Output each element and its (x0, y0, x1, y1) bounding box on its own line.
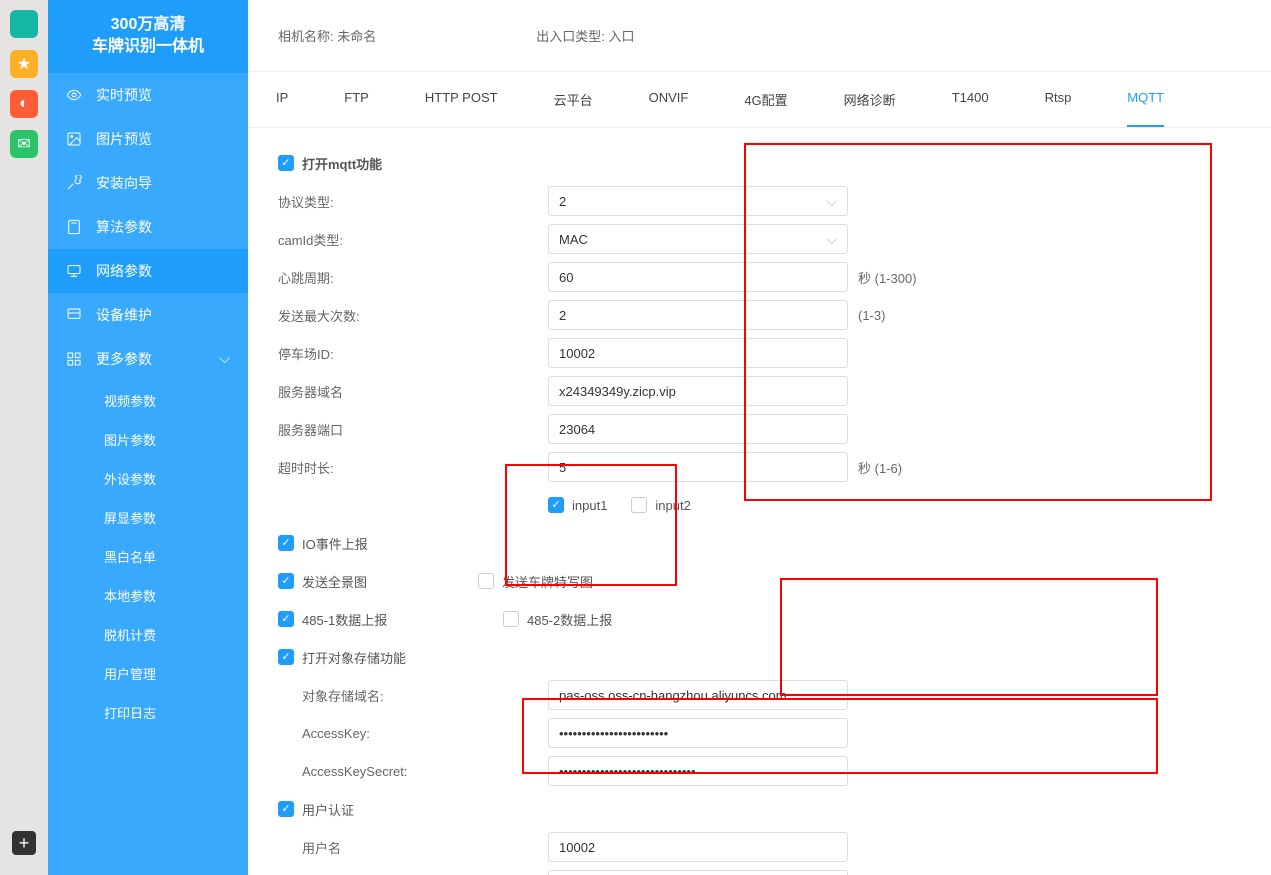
camera-name: 相机名称: 未命名 (278, 26, 376, 45)
entry-type: 出入口类型: 入口 (536, 26, 634, 45)
os-icon-mail[interactable]: ✉ (10, 130, 38, 158)
os-icon-star[interactable]: ★ (10, 50, 38, 78)
tab-云平台[interactable]: 云平台 (554, 72, 593, 127)
tab-ftp[interactable]: FTP (344, 72, 369, 127)
info-header: 相机名称: 未命名 出入口类型: 入口 (248, 0, 1271, 71)
obj-store-checkbox[interactable]: 打开对象存储功能 (278, 648, 406, 667)
enable-mqtt-checkbox[interactable]: 打开mqtt功能 (278, 154, 382, 173)
nav-item-net[interactable]: 网络参数 (48, 249, 248, 293)
camid-select[interactable]: MAC⌵ (548, 224, 848, 254)
ak-input[interactable] (548, 718, 848, 748)
nav-label: 图片预览 (96, 129, 152, 149)
maint-icon (66, 307, 82, 323)
input2-checkbox[interactable]: input2 (631, 497, 690, 513)
io-report-checkbox[interactable]: IO事件上报 (278, 534, 368, 553)
mqtt-form: 打开mqtt功能 协议类型: 2⌵ camId类型: MAC⌵ 心跳周期: 秒 … (248, 128, 1271, 875)
chevron-down-icon: ⌵ (826, 231, 837, 248)
tab-http post[interactable]: HTTP POST (425, 72, 498, 127)
nav-label: 安装向导 (96, 173, 152, 193)
chevron-down-icon: ⌵ (219, 350, 230, 367)
tab-t1400[interactable]: T1400 (952, 72, 989, 127)
os-icon-weibo[interactable]: ◐ (10, 90, 38, 118)
nav-item-wrench[interactable]: 安装向导 (48, 161, 248, 205)
sub-nav-item[interactable]: 打印日志 (48, 693, 248, 732)
plate-close-checkbox[interactable]: 发送车牌特写图 (478, 572, 593, 591)
sub-nav-item[interactable]: 本地参数 (48, 576, 248, 615)
tab-ip[interactable]: IP (276, 72, 288, 127)
heartbeat-label: 心跳周期: (278, 268, 548, 287)
maxsend-label: 发送最大次数: (278, 306, 548, 325)
port-label: 服务器端口 (278, 420, 548, 439)
protocol-select[interactable]: 2⌵ (548, 186, 848, 216)
input1-checkbox[interactable]: input1 (548, 497, 607, 513)
timeout-label: 超时时长: (278, 458, 548, 477)
nav-label: 实时预览 (96, 85, 152, 105)
nav-item-grid[interactable]: 更多参数 ⌵ (48, 337, 248, 381)
rs485-2-checkbox[interactable]: 485-2数据上报 (503, 610, 612, 629)
grid-icon (66, 351, 82, 367)
tab-bar: IP FTP HTTP POST 云平台 ONVIF 4G配置 网络诊断 T1400 Rtsp M… (248, 71, 1271, 128)
tab-rtsp[interactable]: Rtsp (1045, 72, 1072, 127)
tab-onvif[interactable]: ONVIF (649, 72, 689, 127)
heartbeat-hint: 秒 (1-300) (858, 268, 917, 287)
os-add-icon[interactable]: + (12, 831, 36, 855)
domain-input[interactable] (548, 376, 848, 406)
nav-item-image[interactable]: 图片预览 (48, 117, 248, 161)
nav-item-maint[interactable]: 设备维护 (48, 293, 248, 337)
obj-domain-input[interactable] (548, 680, 848, 710)
username-label: 用户名 (278, 838, 548, 857)
maxsend-input[interactable] (548, 300, 848, 330)
username-input[interactable] (548, 832, 848, 862)
nav-label: 设备维护 (96, 305, 152, 325)
sub-nav-item[interactable]: 外设参数 (48, 459, 248, 498)
image-icon (66, 131, 82, 147)
timeout-hint: 秒 (1-6) (858, 458, 902, 477)
aks-input[interactable] (548, 756, 848, 786)
nav-label: 算法参数 (96, 217, 152, 237)
nav-item-eye[interactable]: 实时预览 (48, 73, 248, 117)
chevron-down-icon: ⌵ (826, 193, 837, 210)
sub-nav-item[interactable]: 脱机计费 (48, 615, 248, 654)
panorama-checkbox[interactable]: 发送全景图 (278, 572, 478, 591)
rs485-1-checkbox[interactable]: 485-1数据上报 (278, 610, 503, 629)
tab-4g配置[interactable]: 4G配置 (744, 72, 787, 127)
eye-icon (66, 87, 82, 103)
sidebar-title: 300万高清 车牌识别一体机 (48, 0, 248, 73)
sub-nav-item[interactable]: 图片参数 (48, 420, 248, 459)
tab-网络诊断[interactable]: 网络诊断 (844, 72, 896, 127)
heartbeat-input[interactable] (548, 262, 848, 292)
camid-label: camId类型: (278, 230, 548, 249)
maxsend-hint: (1-3) (858, 308, 885, 323)
net-icon (66, 263, 82, 279)
sidebar: 300万高清 车牌识别一体机 实时预览图片预览安装向导算法参数网络参数设备维护更… (48, 0, 248, 875)
sub-nav-item[interactable]: 黑白名单 (48, 537, 248, 576)
sub-nav-item[interactable]: 屏显参数 (48, 498, 248, 537)
port-input[interactable] (548, 414, 848, 444)
main-panel: 相机名称: 未命名 出入口类型: 入口 IP FTP HTTP POST 云平台 ONV… (248, 0, 1271, 875)
nav-item-calc[interactable]: 算法参数 (48, 205, 248, 249)
nav-label: 更多参数 (96, 349, 152, 369)
auth-checkbox[interactable]: 用户认证 (278, 800, 354, 819)
ak-label: AccessKey: (278, 726, 548, 741)
aks-label: AccessKeySecret: (278, 764, 548, 779)
sub-nav-item[interactable]: 用户管理 (48, 654, 248, 693)
timeout-input[interactable] (548, 452, 848, 482)
os-icon-1[interactable] (10, 10, 38, 38)
wrench-icon (66, 175, 82, 191)
protocol-label: 协议类型: (278, 192, 548, 211)
os-taskbar: ★ ◐ ✉ + (0, 0, 48, 875)
obj-domain-label: 对象存储域名: (278, 686, 548, 705)
tab-mqtt[interactable]: MQTT (1127, 72, 1164, 127)
nav-label: 网络参数 (96, 261, 152, 281)
password-input[interactable] (548, 870, 848, 875)
domain-label: 服务器域名 (278, 382, 548, 401)
parkid-input[interactable] (548, 338, 848, 368)
parkid-label: 停车场ID: (278, 344, 548, 363)
calc-icon (66, 219, 82, 235)
sub-nav-item[interactable]: 视频参数 (48, 381, 248, 420)
